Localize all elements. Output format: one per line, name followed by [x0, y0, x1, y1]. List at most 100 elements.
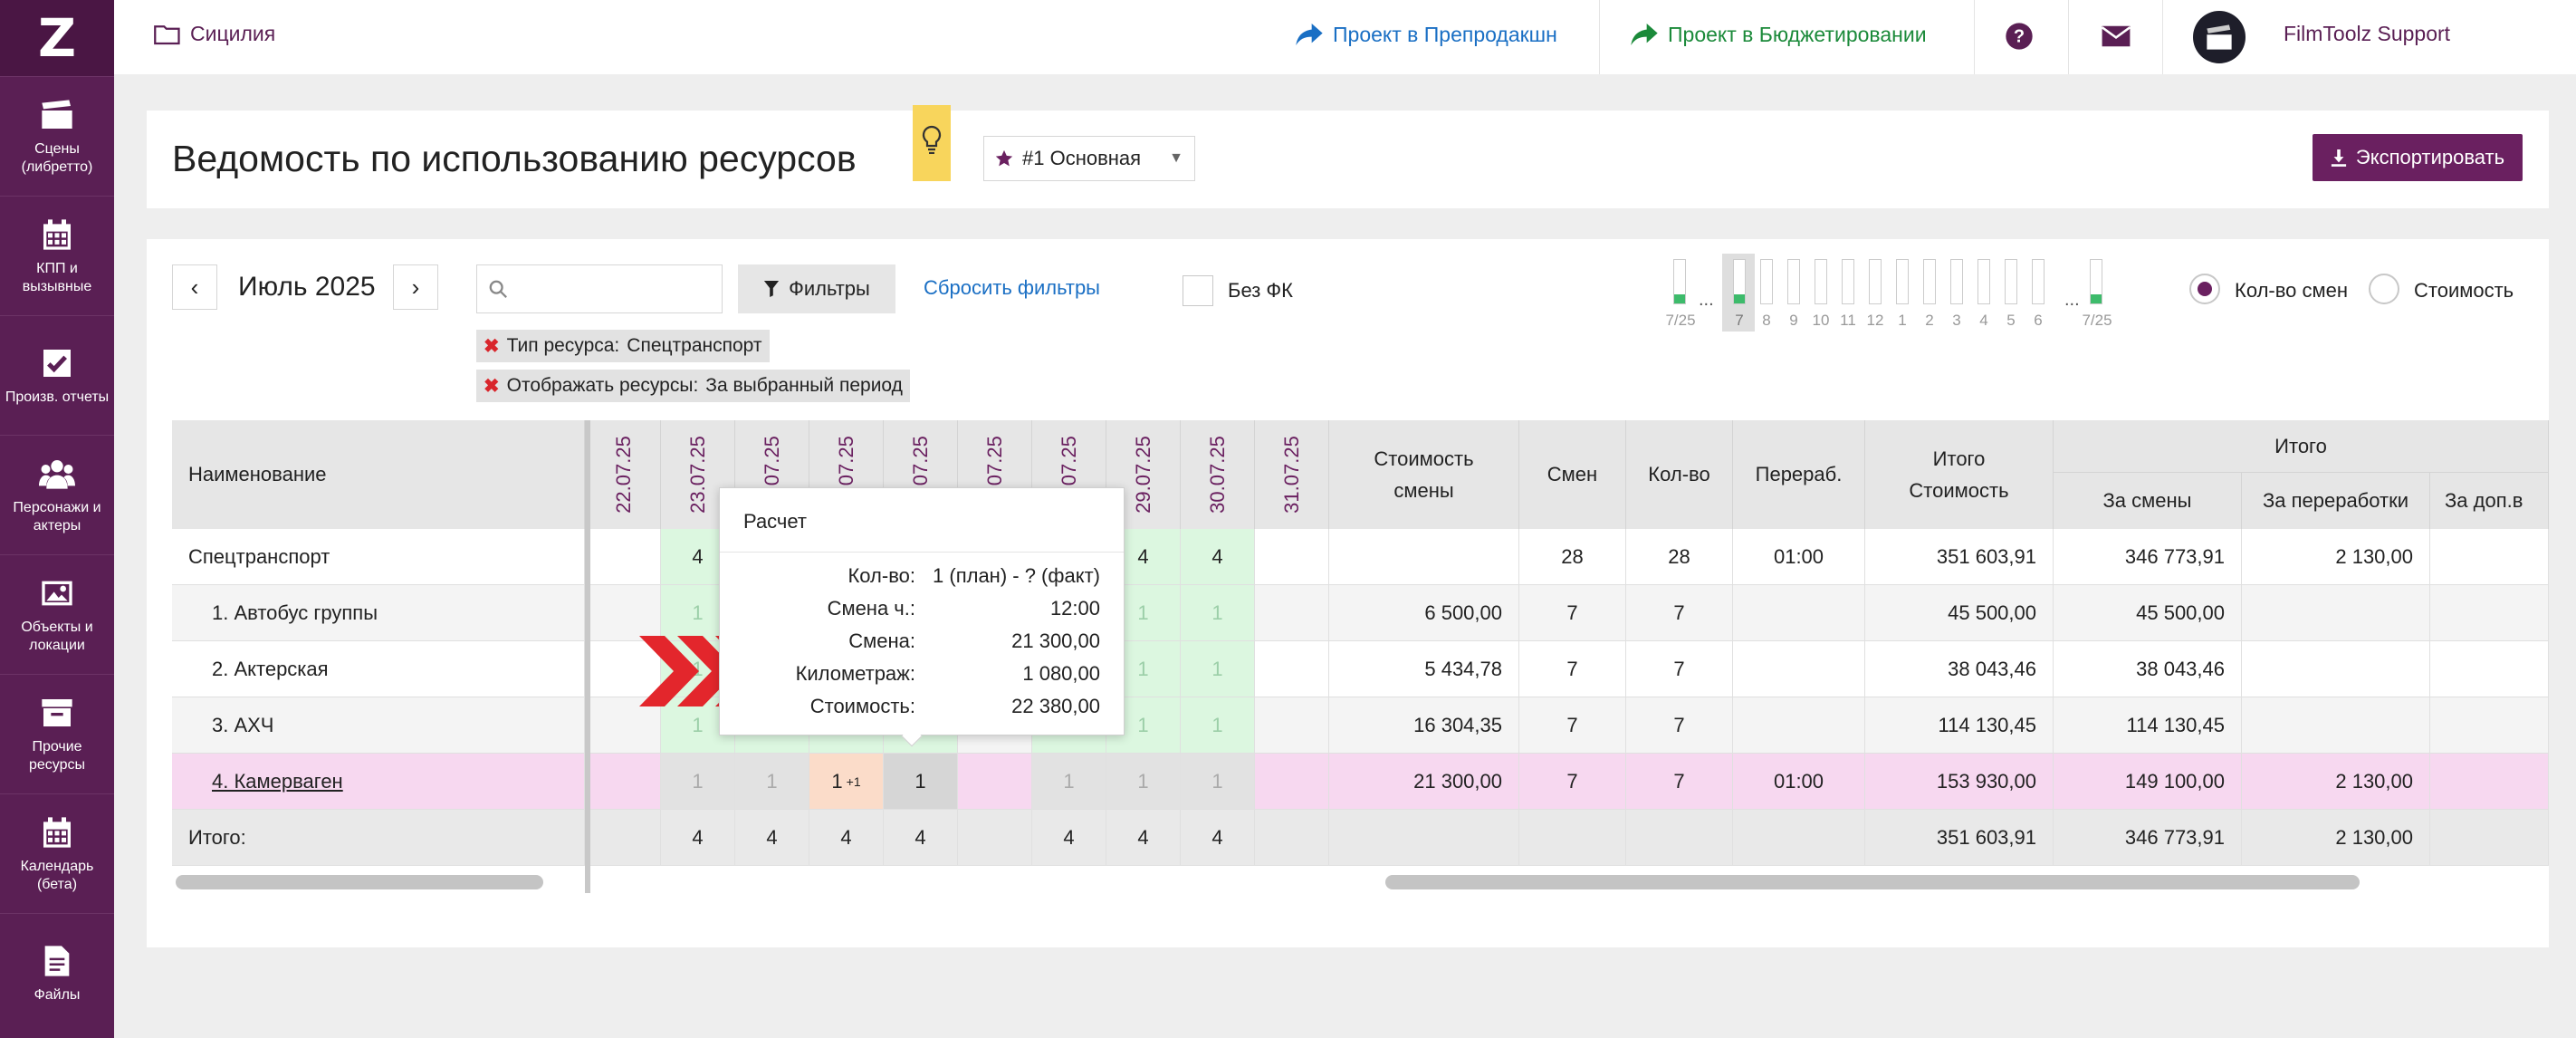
day-cell[interactable]: 1	[884, 754, 958, 809]
table-row[interactable]: 2. Актерская11111115 434,787738 043,4638…	[172, 641, 2549, 697]
day-value: 4	[1137, 825, 1149, 849]
timeline-bar[interactable]	[2005, 259, 2017, 304]
sidebar-item-calendar[interactable]: Календарь (бета)	[0, 793, 114, 913]
day-cell[interactable]: 4	[1181, 810, 1255, 865]
sidebar-item-reports[interactable]: Произв. отчеты	[0, 315, 114, 435]
day-cell[interactable]	[1255, 529, 1329, 584]
day-cell[interactable]: 1	[661, 754, 735, 809]
timeline-bar[interactable]	[1950, 259, 1963, 304]
date-column-header[interactable]: 31.07.25	[1255, 420, 1329, 529]
column-header-name[interactable]: Наименование	[172, 420, 585, 529]
day-cell[interactable]	[1255, 641, 1329, 697]
row-name[interactable]: 4. Камерваген	[172, 754, 585, 809]
remove-icon[interactable]: ✖	[484, 375, 500, 398]
timeline-bar[interactable]	[2090, 259, 2102, 304]
timeline-bar[interactable]	[1733, 259, 1746, 304]
day-value: 1	[831, 769, 843, 793]
day-cell[interactable]	[587, 810, 661, 865]
budgeting-link[interactable]: Проект в Бюджетировании	[1630, 22, 1927, 47]
timeline-bar[interactable]	[1896, 259, 1909, 304]
timeline-bar[interactable]	[1869, 259, 1882, 304]
table-row[interactable]: 1. Автобус группы11111116 500,007745 500…	[172, 585, 2549, 641]
no-fk-checkbox[interactable]	[1183, 275, 1213, 306]
timeline-bar[interactable]	[2032, 259, 2045, 304]
date-column-header[interactable]: 22.07.25	[587, 420, 661, 529]
tip-bookmark[interactable]	[913, 105, 951, 181]
row-name: 1. Автобус группы	[172, 585, 585, 640]
export-button[interactable]: Экспортировать	[2313, 134, 2523, 181]
day-cell[interactable]	[1255, 754, 1329, 809]
sidebar-item-scenes[interactable]: Сцены (либретто)	[0, 76, 114, 196]
column-header-for-shifts[interactable]: За смены	[2054, 473, 2242, 529]
preproduction-link[interactable]: Проект в Препродакшн	[1295, 22, 1557, 47]
column-header-total-cost[interactable]: Итого Стоимость	[1865, 420, 2054, 529]
day-cell[interactable]: 1	[1106, 754, 1181, 809]
day-cell[interactable]	[1255, 697, 1329, 753]
day-cell[interactable]: 1	[1181, 754, 1255, 809]
tooltip-row: Стоимость: 22 380,00	[720, 695, 1124, 727]
timeline-bar[interactable]	[1842, 259, 1854, 304]
column-header-qty[interactable]: Кол-во	[1626, 420, 1733, 529]
day-cell[interactable]: 4	[735, 810, 809, 865]
column-header-for-overtime[interactable]: За переработки	[2242, 473, 2430, 529]
column-header-shift-cost[interactable]: Стоимость смены	[1329, 420, 1519, 529]
timeline-bar[interactable]	[1787, 259, 1800, 304]
cell-overtime	[1733, 585, 1865, 640]
table-row[interactable]: 3. АХЧ111111116 304,3577114 130,45114 13…	[172, 697, 2549, 754]
horizontal-scrollbar-frozen[interactable]	[176, 875, 543, 889]
column-header-for-extra[interactable]: За доп.в	[2430, 473, 2549, 529]
reset-filters-link[interactable]: Сбросить фильтры	[924, 276, 1100, 300]
timeline-bar[interactable]	[1923, 259, 1936, 304]
avatar[interactable]	[2193, 11, 2246, 63]
day-cell[interactable]	[587, 754, 661, 809]
day-cell[interactable]	[958, 810, 1032, 865]
day-cell[interactable]: 4	[1032, 810, 1106, 865]
mode-shifts-radio[interactable]	[2189, 274, 2220, 304]
timeline-bar[interactable]	[1760, 259, 1773, 304]
table-row[interactable]: Спецтранспорт4444444282801:00351 603,913…	[172, 529, 2549, 585]
day-cell[interactable]: 1	[1181, 697, 1255, 753]
remove-icon[interactable]: ✖	[484, 335, 500, 358]
day-cell[interactable]: 4	[1181, 529, 1255, 584]
filters-button[interactable]: Фильтры	[738, 264, 895, 313]
horizontal-scrollbar[interactable]	[1385, 875, 2360, 889]
column-header-shifts[interactable]: Смен	[1519, 420, 1626, 529]
app-logo[interactable]: Z	[0, 0, 114, 76]
day-cell[interactable]: 4	[1106, 810, 1181, 865]
day-cell[interactable]: 1	[1032, 754, 1106, 809]
day-cell[interactable]	[587, 585, 661, 640]
table-row[interactable]: 4. Камерваген 1 1 1 +1 1 1 1 1 21 300,00 7 7 01:00 15…	[172, 754, 2549, 810]
timeline-bar[interactable]	[1977, 259, 1990, 304]
mode-cost-radio[interactable]	[2369, 274, 2399, 304]
day-cell[interactable]: 4	[809, 810, 884, 865]
version-select[interactable]: #1 Основная ▼	[983, 136, 1195, 181]
day-cell[interactable]: 4	[661, 810, 735, 865]
day-cell[interactable]: 4	[884, 810, 958, 865]
prev-month-button[interactable]: ‹	[172, 264, 217, 310]
day-cell[interactable]: 1	[735, 754, 809, 809]
day-cell[interactable]: 1	[1181, 585, 1255, 640]
sidebar-item-characters[interactable]: Персонажи и актеры	[0, 435, 114, 554]
project-breadcrumb[interactable]: Сицилия	[154, 22, 275, 46]
help-icon[interactable]: ?	[2005, 22, 2034, 51]
timeline-bar[interactable]	[1673, 259, 1686, 304]
sidebar-item-resources[interactable]: Прочие ресурсы	[0, 674, 114, 793]
day-cell[interactable]	[587, 529, 661, 584]
sidebar-item-files[interactable]: Файлы	[0, 913, 114, 1033]
day-cell[interactable]: 1	[1181, 641, 1255, 697]
day-cell[interactable]	[958, 754, 1032, 809]
cell-shifts: 7	[1519, 754, 1626, 809]
next-month-button[interactable]: ›	[393, 264, 438, 310]
cell-for-shifts: 38 043,46	[2054, 641, 2242, 697]
mail-icon[interactable]	[2101, 24, 2131, 49]
timeline-bar[interactable]	[1815, 259, 1827, 304]
support-user-name[interactable]: FilmToolz Support	[2284, 22, 2450, 46]
date-column-header[interactable]: 30.07.25	[1181, 420, 1255, 529]
sidebar-item-kpp[interactable]: КПП и вызывные	[0, 196, 114, 315]
search-input[interactable]	[515, 278, 714, 300]
day-cell[interactable]	[1255, 585, 1329, 640]
day-cell[interactable]	[1255, 810, 1329, 865]
column-header-overtime[interactable]: Перераб.	[1733, 420, 1865, 529]
sidebar-item-locations[interactable]: Объекты и локации	[0, 554, 114, 674]
day-cell[interactable]: 1 +1	[809, 754, 884, 809]
